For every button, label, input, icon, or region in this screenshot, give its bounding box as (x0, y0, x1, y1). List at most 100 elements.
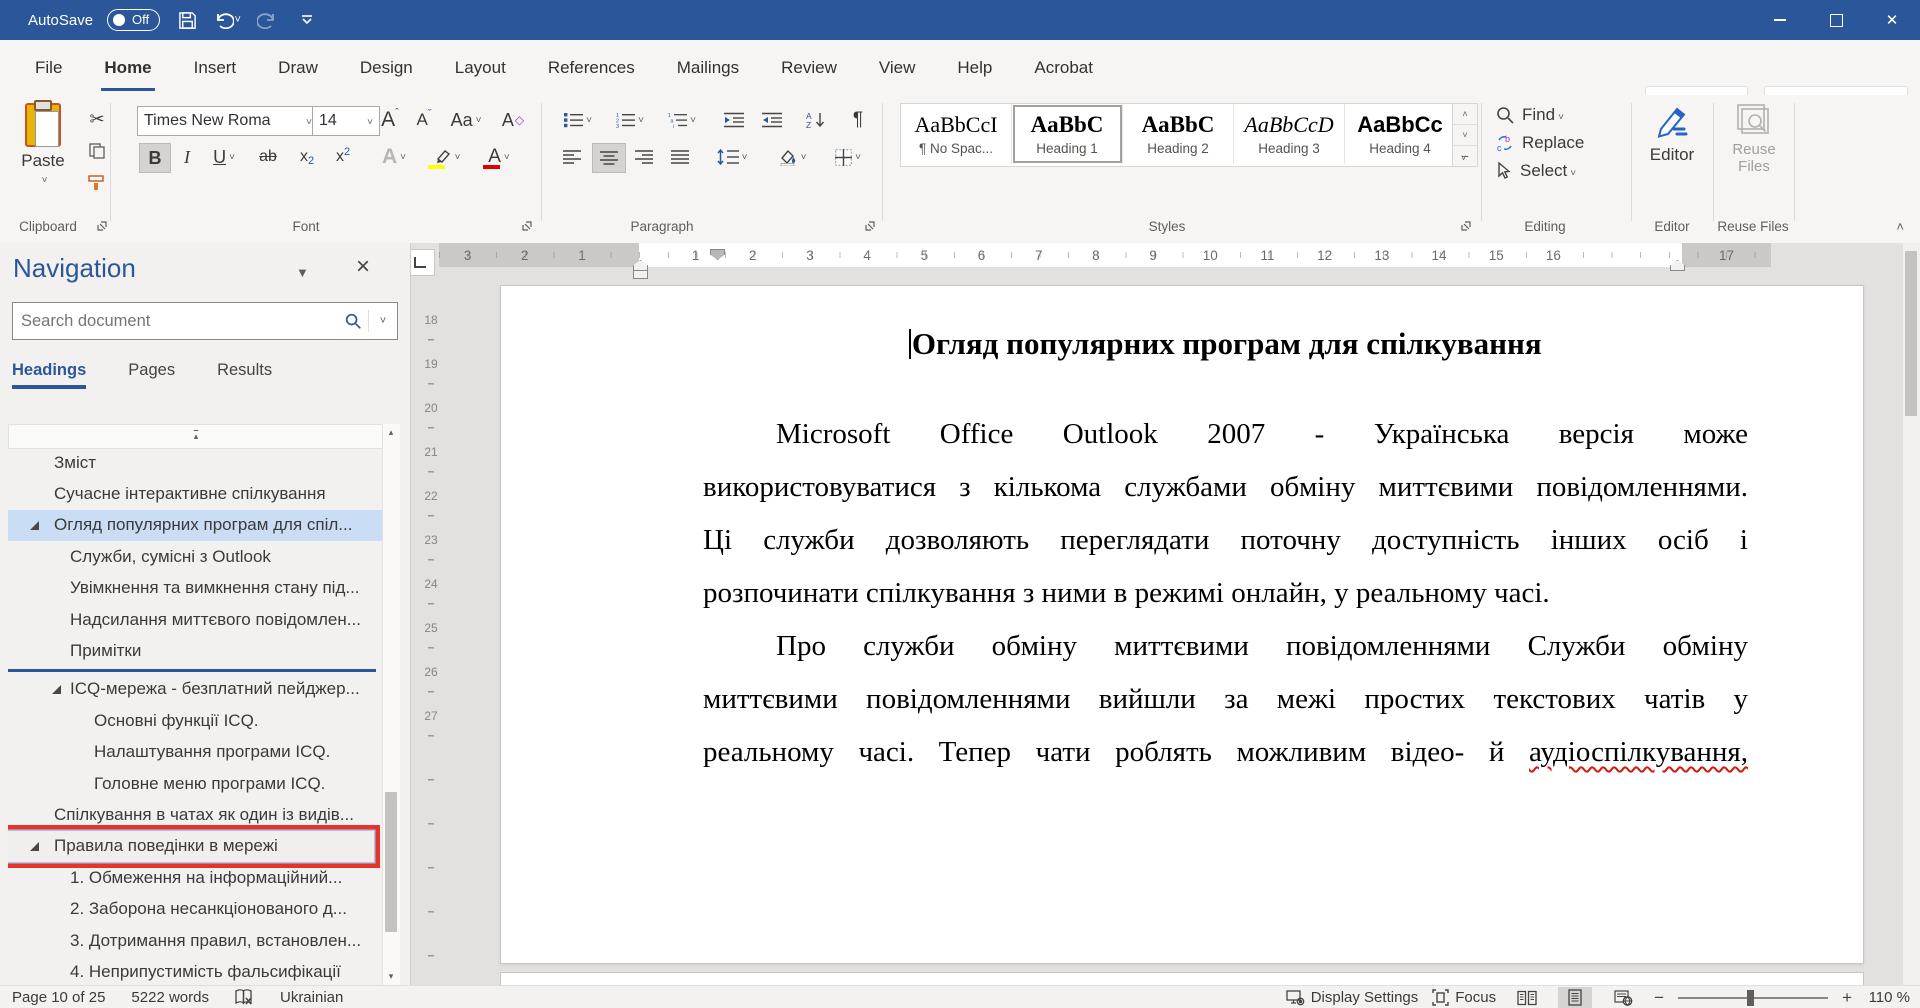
language-indicator[interactable]: Ukrainian (280, 989, 343, 1006)
navigation-tab[interactable]: Headings (12, 361, 86, 389)
collapse-triangle-icon[interactable] (30, 842, 39, 851)
document-page[interactable]: Огляд популярних програм для спілкування… (500, 285, 1864, 964)
ribbon-tab[interactable]: File (14, 40, 83, 95)
document-text[interactable]: Огляд популярних програм для спілкування… (703, 286, 1748, 779)
nav-heading-item[interactable]: Основні функції ICQ. (8, 705, 382, 736)
nav-heading-item[interactable]: ICQ-мережа - безплатний пейджер... (8, 674, 382, 705)
styles-scroll-up-icon[interactable]: ˄ (1453, 104, 1477, 125)
replace-button[interactable]: bc Replace (1496, 131, 1584, 155)
page-indicator[interactable]: Page 10 of 25 (12, 989, 105, 1006)
minimize-button[interactable] (1752, 0, 1808, 40)
find-button[interactable]: Find (1496, 103, 1564, 127)
zoom-slider-thumb[interactable] (1747, 990, 1754, 1006)
style-card[interactable]: AaBbC Heading 2 (1123, 104, 1234, 164)
close-button[interactable]: ✕ (1864, 0, 1920, 40)
ribbon-tab[interactable]: Layout (434, 40, 527, 95)
ribbon-tab[interactable]: Review (760, 40, 858, 95)
ribbon-tab[interactable]: Home (83, 40, 172, 95)
align-right-icon[interactable] (628, 143, 660, 171)
multilevel-list-icon[interactable]: 1ai (660, 106, 704, 134)
nav-heading-item[interactable]: Сучасне інтерактивне спілкування (8, 478, 382, 509)
clear-formatting-icon[interactable]: A◇ (496, 106, 530, 134)
sort-icon[interactable]: AZ (798, 106, 836, 134)
nav-heading-item[interactable]: 4. Неприпустимість фальсифікації (8, 956, 382, 985)
ribbon-tab[interactable]: Design (339, 40, 434, 95)
underline-button[interactable]: U (203, 143, 245, 171)
nav-heading-item[interactable]: Огляд популярних програм для спіл... (8, 510, 382, 541)
nav-heading-item[interactable]: Примітки (8, 635, 382, 666)
document-scrollbar[interactable] (1902, 243, 1920, 985)
nav-heading-item[interactable]: 3. Дотримання правил, встановлен... (8, 925, 382, 956)
jump-to-top-bar[interactable]: ▴ (8, 424, 384, 449)
grow-font-icon[interactable]: Aˆ (374, 106, 406, 134)
ribbon-tab[interactable]: Draw (257, 40, 339, 95)
navigation-close-icon[interactable]: × (356, 253, 370, 281)
paste-button[interactable]: Paste (12, 103, 74, 207)
focus-button[interactable]: Focus (1432, 989, 1496, 1006)
select-button[interactable]: Select (1496, 159, 1576, 183)
search-input[interactable] (13, 312, 338, 331)
ribbon-tab[interactable]: View (858, 40, 937, 95)
strikethrough-button[interactable]: ab (251, 143, 285, 171)
collapse-triangle-icon[interactable] (52, 685, 61, 694)
superscript-button[interactable]: x2 (327, 143, 359, 171)
tab-selector[interactable] (411, 249, 435, 276)
word-count[interactable]: 5222 words (131, 989, 209, 1006)
navigation-tab[interactable]: Pages (128, 361, 175, 389)
nav-heading-item[interactable]: Увімкнення та вимкнення стану під... (8, 573, 382, 604)
ribbon-tab[interactable]: References (527, 40, 656, 95)
zoom-in-button[interactable]: + (1842, 988, 1852, 1008)
text-effects-icon[interactable]: A (372, 143, 416, 171)
ribbon-tab[interactable]: Mailings (656, 40, 760, 95)
nav-scrollbar[interactable]: ▴ ▾ (382, 424, 400, 985)
align-center-icon[interactable] (592, 143, 626, 173)
font-name-combo[interactable]: Times New Roma (137, 106, 319, 136)
display-settings-button[interactable]: Display Settings (1286, 989, 1419, 1006)
zoom-out-button[interactable]: − (1654, 988, 1664, 1008)
maximize-button[interactable] (1808, 0, 1864, 40)
styles-dialog-launcher-icon[interactable] (1460, 219, 1474, 233)
increase-indent-icon[interactable] (755, 106, 789, 134)
justify-icon[interactable] (664, 143, 696, 171)
cut-icon[interactable]: ✂ (84, 105, 110, 133)
font-dialog-launcher-icon[interactable] (521, 219, 535, 233)
autosave-toggle[interactable]: Off (107, 9, 160, 31)
document-scroll-thumb[interactable] (1905, 251, 1917, 416)
ribbon-tab[interactable]: Insert (173, 40, 258, 95)
line-spacing-icon[interactable] (708, 143, 756, 171)
collapse-ribbon-icon[interactable]: ˄ (1896, 219, 1904, 234)
search-options-caret-icon[interactable]: ˅ (368, 310, 397, 332)
shading-icon[interactable] (768, 143, 816, 171)
show-paragraph-marks-icon[interactable]: ¶ (843, 106, 873, 134)
nav-heading-item[interactable]: Зміст (8, 447, 382, 478)
bold-button[interactable]: B (139, 143, 171, 173)
nav-heading-item[interactable]: Служби, сумісні з Outlook (8, 541, 382, 572)
undo-caret-icon[interactable]: ˅ (234, 14, 239, 26)
ribbon-tab[interactable]: Acrobat (1013, 40, 1114, 95)
nav-heading-item[interactable]: Налаштування програми ICQ. (8, 737, 382, 768)
nav-scroll-thumb[interactable] (385, 792, 397, 932)
zoom-slider[interactable] (1678, 997, 1828, 999)
styles-scroll-down-icon[interactable]: ˅ (1453, 125, 1477, 146)
change-case-icon[interactable]: Aa (446, 106, 486, 134)
style-card[interactable]: AaBbCcD Heading 3 (1234, 104, 1345, 164)
editor-button[interactable]: Editor (1638, 103, 1706, 165)
style-card[interactable]: AaBbCcI ¶ No Spac... (901, 104, 1012, 164)
italic-button[interactable]: I (173, 143, 201, 171)
font-color-icon[interactable]: A (478, 143, 520, 171)
nav-heading-item[interactable]: Спілкування в чатах як один із видів... (8, 799, 382, 830)
nav-heading-item[interactable]: 1. Обмеження на інформаційний... (8, 862, 382, 893)
read-mode-button[interactable] (1510, 987, 1544, 1008)
font-size-combo[interactable]: 14 (312, 106, 380, 136)
style-card[interactable]: AaBbC Heading 1 (1012, 104, 1123, 164)
subscript-button[interactable]: x2 (291, 143, 323, 171)
customize-qat-icon[interactable] (294, 7, 320, 33)
search-icon[interactable] (338, 313, 368, 330)
proofing-errors-icon[interactable] (235, 989, 254, 1006)
borders-icon[interactable] (824, 143, 872, 171)
nav-scroll-up-icon[interactable]: ▴ (383, 427, 399, 438)
web-layout-button[interactable] (1606, 987, 1640, 1008)
print-layout-button[interactable] (1558, 987, 1592, 1008)
numbering-icon[interactable]: 123 (608, 106, 652, 134)
nav-heading-item[interactable]: Надсилання миттєвого повідомлен... (8, 604, 382, 635)
